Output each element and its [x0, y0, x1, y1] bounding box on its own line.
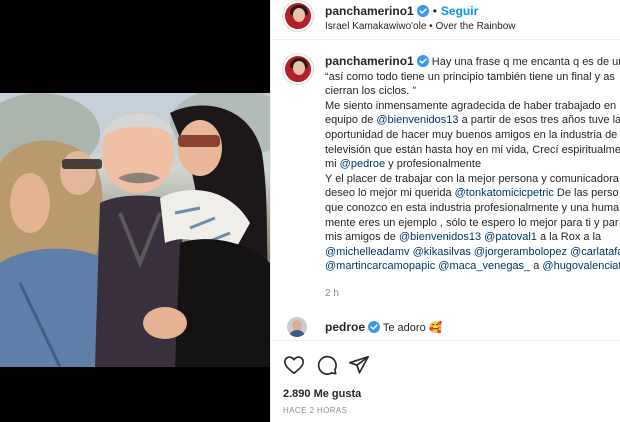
likes-count[interactable]: 2.890 Me gusta — [283, 388, 361, 400]
comment-item: pedroe Te adoro 🥰 — [271, 314, 620, 338]
caption-text: panchamerino1 Hay una frase q me encanta… — [325, 54, 620, 274]
header-username[interactable]: panchamerino1 — [325, 4, 414, 18]
caption-timestamp[interactable]: 2 h — [325, 288, 339, 299]
commenter-username[interactable]: pedroe — [325, 320, 365, 334]
caption-line: @michelleadamv @kikasilvas @jorgerambolo… — [325, 245, 620, 260]
post-actions-bar — [271, 340, 620, 388]
verified-badge-icon — [416, 55, 429, 67]
mention-link[interactable]: @hugovalenciaty — [542, 260, 620, 272]
mention-link[interactable]: @kikasilvas — [413, 246, 471, 258]
mention-link[interactable]: @maca_venegas_ — [438, 260, 530, 272]
paper-plane-icon[interactable] — [348, 354, 370, 376]
caption-line: mi @pedroe y profesionalmente — [325, 158, 482, 171]
caption-line: televisión que están hasta hoy en mi vid… — [325, 143, 620, 156]
caption-line: mente eres un ejemplo , sólo te espero l… — [325, 216, 619, 229]
comment-bubble-icon[interactable] — [316, 354, 338, 376]
verified-badge-icon — [416, 5, 429, 17]
caption-line: “así como todo tiene un principio tambié… — [325, 70, 615, 83]
header-username-row: panchamerino1 • Seguir — [325, 4, 478, 18]
post-header: panchamerino1 • Seguir Israel Kamakawiwo'o… — [271, 0, 620, 40]
mention-link[interactable]: @bienvenidos13 — [399, 231, 481, 243]
caption-line: @martincarcamopapic @maca_venegas_ a @hu… — [325, 259, 620, 274]
author-avatar[interactable] — [283, 1, 313, 31]
caption-username[interactable]: panchamerino1 — [325, 54, 414, 68]
follow-button[interactable]: Seguir — [441, 4, 478, 18]
verified-badge-icon — [368, 321, 381, 333]
post-side-panel: panchamerino1 • Seguir Israel Kamakawiwo'o… — [270, 0, 620, 422]
comment-text: Te adoro 🥰 — [382, 322, 443, 334]
caption-line: oportunidad de hacer muy buenos amigos e… — [325, 128, 618, 141]
post-date[interactable]: HACE 2 HORAS — [283, 406, 347, 415]
header-separator: • — [432, 4, 437, 18]
mention-link[interactable]: @bienvenidos13 — [376, 114, 458, 126]
mention-link[interactable]: @carlatafa — [570, 246, 620, 258]
caption-line: cierran los ciclos. ” — [325, 85, 417, 98]
heart-icon[interactable] — [283, 354, 305, 376]
caption-line: Me siento inmensamente agradecida de hab… — [325, 99, 617, 112]
mention-link[interactable]: @patoval1 — [484, 231, 537, 243]
caption-author-avatar[interactable] — [283, 54, 313, 84]
audio-track-link[interactable]: Israel Kamakawiwo'ole • Over the Rainbow — [325, 21, 516, 32]
post-media-pane — [0, 0, 270, 422]
mention-link[interactable]: @pedroe — [340, 158, 385, 170]
caption-line-text: Hay una frase q me encanta q es de una c — [431, 56, 620, 68]
comment-body: pedroe Te adoro 🥰 — [325, 320, 442, 334]
mention-link[interactable]: @jorgerambolopez — [474, 246, 567, 258]
caption-line: panchamerino1 Hay una frase q me encanta… — [325, 54, 620, 70]
photo-illustration — [0, 93, 270, 367]
caption-line: Y el placer de trabajar con la mejor per… — [325, 172, 619, 185]
mention-link[interactable]: @tonkatomicicpetric — [455, 187, 554, 199]
caption-line: deseo lo mejor mi querida @tonkatomicicp… — [325, 187, 619, 200]
commenter-avatar[interactable] — [287, 317, 307, 337]
mention-link[interactable]: @michelleadamv — [325, 246, 410, 258]
caption-line: equipo de @bienvenidos13 a partir de eso… — [325, 114, 620, 127]
post-caption: panchamerino1 Hay una frase q me encanta… — [271, 50, 620, 310]
caption-line: que conozco en esta industria profesiona… — [325, 201, 620, 214]
post-photo[interactable] — [0, 93, 270, 367]
caption-line: mis amigos de @bienvenidos13 @patoval1 a… — [325, 231, 602, 244]
mention-link[interactable]: @martincarcamopapic — [325, 260, 435, 272]
